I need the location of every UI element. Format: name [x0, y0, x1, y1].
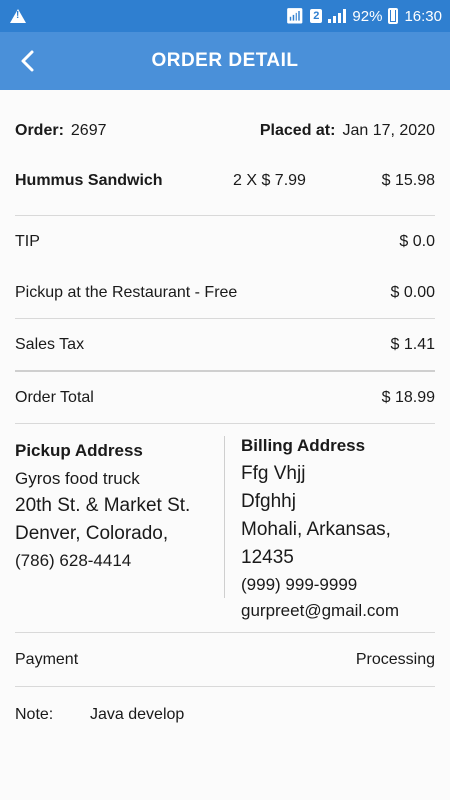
- pickup-fee-row: Pickup at the Restaurant - Free $ 0.00: [15, 267, 435, 318]
- item-quantity: 2 X $ 7.99: [233, 172, 306, 189]
- sim-slot-badge: 2: [310, 9, 323, 23]
- pickup-name: Gyros food truck: [15, 469, 140, 488]
- battery-icon: [388, 8, 399, 24]
- payment-status: Processing: [355, 650, 435, 668]
- pickup-phone[interactable]: (786) 628-4414: [15, 548, 224, 574]
- order-total-amount: $ 18.99: [381, 388, 435, 406]
- billing-zip: 12435: [241, 547, 294, 568]
- billing-address: Billing Address Ffg Vhjj Dfghhj Mohali, …: [225, 436, 399, 632]
- payment-row: Payment Processing: [15, 633, 435, 686]
- address-section: Pickup Address Gyros food truck 20th St.…: [15, 424, 435, 632]
- order-label: Order:: [15, 122, 64, 139]
- note-label: Note:: [15, 706, 54, 723]
- order-info-row: Order: 2697 Placed at: Jan 17, 2020: [15, 90, 435, 172]
- list-item: Hummus Sandwich 2 X $ 7.99 $ 15.98: [15, 172, 435, 215]
- tip-row: TIP $ 0.0: [15, 216, 435, 267]
- back-button[interactable]: [14, 45, 44, 77]
- note-row: Note: Java develop: [15, 687, 435, 743]
- tip-label: TIP: [15, 232, 40, 250]
- order-number: 2697: [70, 122, 107, 139]
- app-header: ORDER DETAIL: [0, 32, 450, 90]
- pickup-address: Pickup Address Gyros food truck 20th St.…: [15, 436, 225, 598]
- order-total-label: Order Total: [15, 388, 94, 406]
- status-bar: 📶︎ 2 92% 16:30: [0, 0, 450, 32]
- signal-icon: [328, 9, 347, 23]
- placed-at: Placed at: Jan 17, 2020: [260, 122, 435, 140]
- pickup-address-title: Pickup Address: [15, 441, 143, 460]
- placed-date: Jan 17, 2020: [342, 122, 435, 139]
- billing-city: Mohali, Arkansas,: [241, 519, 391, 540]
- sales-tax-label: Sales Tax: [15, 335, 85, 353]
- order-total-row: Order Total $ 18.99: [15, 372, 435, 423]
- billing-name: Ffg Vhjj: [241, 463, 306, 484]
- battery-percent: 92%: [352, 7, 383, 25]
- pickup-street: 20th St. & Market St.: [15, 495, 191, 516]
- sales-tax-amount: $ 1.41: [390, 335, 435, 353]
- clock: 16:30: [404, 7, 442, 25]
- sales-tax-row: Sales Tax $ 1.41: [15, 319, 435, 370]
- placed-label: Placed at:: [259, 122, 336, 139]
- warning-icon: [10, 9, 26, 23]
- note-text: Java develop: [90, 706, 185, 723]
- payment-label: Payment: [15, 650, 79, 668]
- billing-address-title: Billing Address: [241, 436, 366, 455]
- chevron-left-icon: [21, 50, 34, 72]
- billing-street: Dfghhj: [241, 491, 296, 512]
- pickup-city: Denver, Colorado,: [15, 523, 169, 544]
- wifi-icon: 📶︎: [285, 8, 305, 25]
- item-amount: $ 15.98: [381, 172, 435, 189]
- pickup-fee-amount: $ 0.00: [390, 283, 435, 301]
- order-detail-content: Order: 2697 Placed at: Jan 17, 2020 Humm…: [15, 90, 435, 743]
- billing-email[interactable]: gurpreet@gmail.com: [241, 598, 399, 624]
- billing-phone[interactable]: (999) 999-9999: [241, 572, 399, 598]
- page-title: ORDER DETAIL: [151, 50, 299, 71]
- status-indicators: 📶︎ 2 92% 16:30: [285, 7, 442, 26]
- item-name: Hummus Sandwich: [15, 172, 163, 189]
- pickup-fee-label: Pickup at the Restaurant - Free: [15, 283, 238, 301]
- tip-amount: $ 0.0: [399, 232, 435, 250]
